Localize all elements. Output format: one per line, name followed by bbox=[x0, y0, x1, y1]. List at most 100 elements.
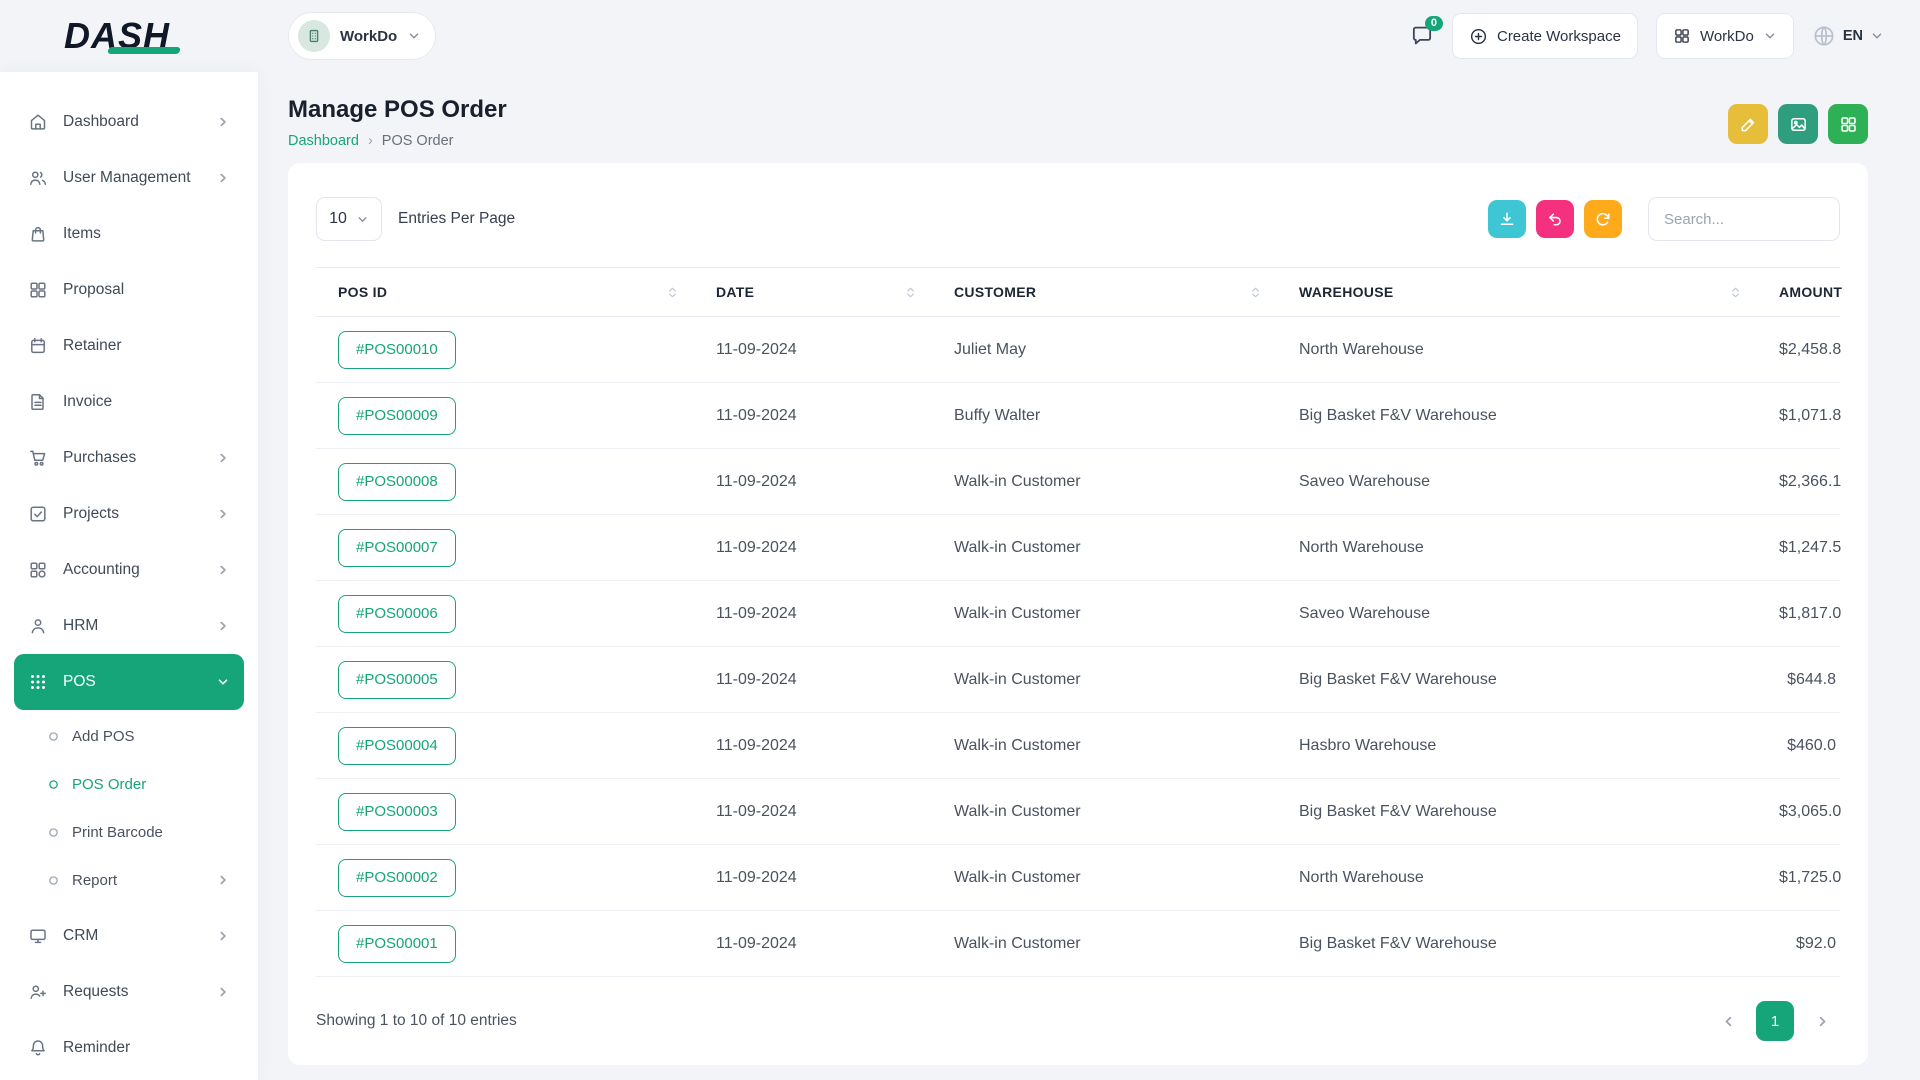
sort-icon bbox=[1730, 286, 1741, 299]
create-workspace-button[interactable]: Create Workspace bbox=[1452, 13, 1638, 59]
sort-icon bbox=[667, 286, 678, 299]
table-row: #POS00004 11-09-2024 Walk-in Customer Ha… bbox=[316, 713, 1840, 779]
layout-icon bbox=[28, 560, 48, 580]
cell-warehouse: Big Basket F&V Warehouse bbox=[1277, 647, 1757, 713]
pos-id-link[interactable]: #POS00001 bbox=[338, 925, 456, 963]
cell-warehouse: Saveo Warehouse bbox=[1277, 581, 1757, 647]
cell-warehouse: Saveo Warehouse bbox=[1277, 449, 1757, 515]
undo-button[interactable] bbox=[1536, 200, 1574, 238]
chevron-down-icon bbox=[407, 29, 421, 43]
chevron-right-icon bbox=[216, 619, 230, 633]
image-icon bbox=[1789, 115, 1808, 134]
users-icon bbox=[28, 168, 48, 188]
sidebar-item-crm[interactable]: CRM bbox=[14, 908, 244, 964]
sidebar-item-label: Items bbox=[63, 225, 101, 243]
squares-icon bbox=[28, 280, 48, 300]
globe-icon bbox=[1812, 24, 1836, 48]
breadcrumb-separator: › bbox=[368, 133, 373, 149]
circle-icon bbox=[48, 731, 59, 742]
pos-id-link[interactable]: #POS00007 bbox=[338, 529, 456, 567]
previous-page-button[interactable] bbox=[1710, 1002, 1746, 1040]
search-input[interactable] bbox=[1648, 197, 1840, 241]
cell-amount: $460.0 bbox=[1757, 713, 1840, 779]
column-header-pos-id[interactable]: POS ID bbox=[316, 268, 694, 317]
pencil-icon bbox=[1739, 115, 1758, 134]
sidebar-item-accounting[interactable]: Accounting bbox=[14, 542, 244, 598]
sidebar-pos-submenu: Add POS POS Order Print Barcode Report bbox=[0, 712, 258, 904]
sidebar-item-label: HRM bbox=[63, 617, 98, 635]
column-label: WAREHOUSE bbox=[1299, 284, 1394, 300]
cell-customer: Walk-in Customer bbox=[932, 911, 1277, 977]
sidebar-item-items[interactable]: Items bbox=[14, 206, 244, 262]
table-row: #POS00010 11-09-2024 Juliet May North Wa… bbox=[316, 317, 1840, 383]
chevron-down-icon bbox=[216, 675, 230, 689]
brand-logo[interactable]: DASH bbox=[0, 15, 258, 57]
building-icon bbox=[305, 27, 323, 45]
pos-id-link[interactable]: #POS00003 bbox=[338, 793, 456, 831]
sidebar-item-invoice[interactable]: Invoice bbox=[14, 374, 244, 430]
sidebar-subitem-pos-order[interactable]: POS Order bbox=[0, 760, 258, 808]
chevron-right-icon bbox=[216, 451, 230, 465]
sidebar-subitem-add-pos[interactable]: Add POS bbox=[0, 712, 258, 760]
sidebar-item-label: Projects bbox=[63, 505, 119, 523]
pos-id-link[interactable]: #POS00006 bbox=[338, 595, 456, 633]
cell-date: 11-09-2024 bbox=[694, 581, 932, 647]
workspace-switcher[interactable]: WorkDo bbox=[288, 12, 436, 60]
cell-date: 11-09-2024 bbox=[694, 647, 932, 713]
workspace-name: WorkDo bbox=[340, 28, 397, 45]
table-header-row: POS ID DATE CUSTOMER WAREHOUSE AMOUNT bbox=[316, 268, 1840, 317]
sidebar-item-reminder[interactable]: Reminder bbox=[14, 1020, 244, 1076]
chevron-down-icon bbox=[1870, 29, 1884, 43]
page-number-button[interactable]: 1 bbox=[1756, 1001, 1794, 1041]
sidebar-item-pos[interactable]: POS bbox=[14, 654, 244, 710]
sidebar-subitem-print-barcode[interactable]: Print Barcode bbox=[0, 808, 258, 856]
sidebar-item-hrm[interactable]: HRM bbox=[14, 598, 244, 654]
monitor-icon bbox=[28, 926, 48, 946]
cell-customer: Walk-in Customer bbox=[932, 515, 1277, 581]
sidebar-item-projects[interactable]: Projects bbox=[14, 486, 244, 542]
cell-warehouse: Hasbro Warehouse bbox=[1277, 713, 1757, 779]
pos-id-link[interactable]: #POS00008 bbox=[338, 463, 456, 501]
pos-id-link[interactable]: #POS00004 bbox=[338, 727, 456, 765]
edit-button[interactable] bbox=[1728, 104, 1768, 144]
pos-id-link[interactable]: #POS00009 bbox=[338, 397, 456, 435]
language-switcher[interactable]: EN bbox=[1812, 24, 1884, 48]
pos-id-link[interactable]: #POS00002 bbox=[338, 859, 456, 897]
sidebar-item-requests[interactable]: Requests bbox=[14, 964, 244, 1020]
sidebar-item-purchases[interactable]: Purchases bbox=[14, 430, 244, 486]
entries-per-page-select[interactable]: 10 bbox=[316, 197, 382, 241]
table-row: #POS00006 11-09-2024 Walk-in Customer Sa… bbox=[316, 581, 1840, 647]
dots-grid-icon bbox=[28, 672, 48, 692]
pos-id-link[interactable]: #POS00005 bbox=[338, 661, 456, 699]
sidebar-subitem-label: Add POS bbox=[72, 728, 135, 745]
media-button[interactable] bbox=[1778, 104, 1818, 144]
sidebar-item-retainer[interactable]: Retainer bbox=[14, 318, 244, 374]
sidebar-item-proposal[interactable]: Proposal bbox=[14, 262, 244, 318]
messages-button[interactable]: 0 bbox=[1410, 24, 1434, 48]
cell-customer: Walk-in Customer bbox=[932, 449, 1277, 515]
sidebar-item-label: Reminder bbox=[63, 1039, 130, 1057]
entries-per-page-label: Entries Per Page bbox=[398, 210, 515, 228]
cell-customer: Juliet May bbox=[932, 317, 1277, 383]
sidebar-item-user-management[interactable]: User Management bbox=[14, 150, 244, 206]
export-button[interactable] bbox=[1488, 200, 1526, 238]
cell-customer: Walk-in Customer bbox=[932, 581, 1277, 647]
breadcrumb-dashboard-link[interactable]: Dashboard bbox=[288, 133, 359, 149]
breadcrumb: Dashboard › POS Order bbox=[288, 133, 507, 149]
column-header-amount[interactable]: AMOUNT bbox=[1757, 268, 1840, 317]
sidebar-item-dashboard[interactable]: Dashboard bbox=[14, 94, 244, 150]
app-switcher-button[interactable]: WorkDo bbox=[1656, 13, 1794, 59]
sidebar-subitem-report[interactable]: Report bbox=[0, 856, 258, 904]
column-header-date[interactable]: DATE bbox=[694, 268, 932, 317]
next-page-button[interactable] bbox=[1804, 1002, 1840, 1040]
pos-id-link[interactable]: #POS00010 bbox=[338, 331, 456, 369]
create-workspace-label: Create Workspace bbox=[1497, 28, 1621, 45]
column-header-warehouse[interactable]: WAREHOUSE bbox=[1277, 268, 1757, 317]
refresh-button[interactable] bbox=[1584, 200, 1622, 238]
sidebar-item-label: User Management bbox=[63, 169, 191, 187]
grid-view-button[interactable] bbox=[1828, 104, 1868, 144]
cell-warehouse: North Warehouse bbox=[1277, 845, 1757, 911]
user-plus-icon bbox=[28, 982, 48, 1002]
column-header-customer[interactable]: CUSTOMER bbox=[932, 268, 1277, 317]
chevron-right-icon bbox=[216, 563, 230, 577]
